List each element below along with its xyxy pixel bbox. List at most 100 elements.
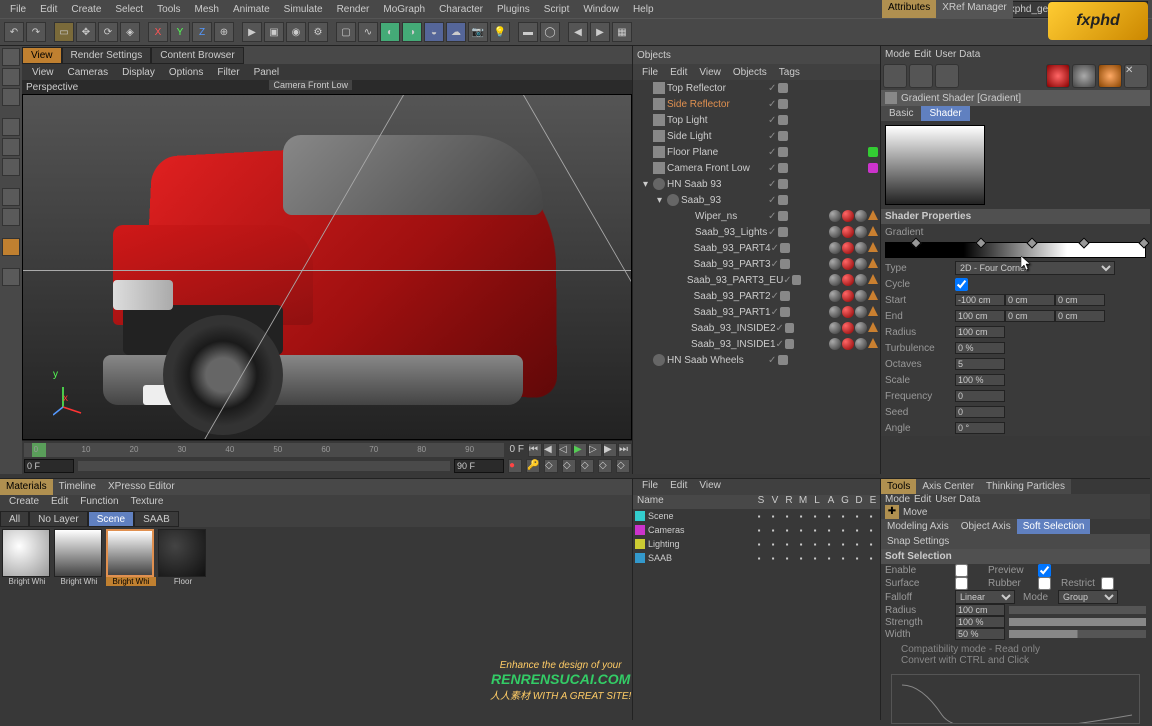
object-row[interactable]: Side Light✓ [633, 128, 880, 144]
filter-nolayer[interactable]: No Layer [29, 511, 88, 527]
tab-view[interactable]: View [22, 47, 62, 64]
key-pos-icon[interactable]: ◇ [544, 459, 558, 473]
move-tool-icon[interactable]: ✥ [76, 22, 96, 42]
nurbs-icon[interactable]: ◐ [380, 22, 400, 42]
layer-row[interactable]: SAAB▪▪▪▪▪▪▪▪▪ [633, 551, 880, 565]
3d-viewport[interactable]: y x [22, 94, 632, 440]
radius-slider[interactable] [1009, 606, 1146, 614]
shade-red-icon[interactable] [1046, 64, 1070, 88]
next-icon[interactable]: ▶ [590, 22, 610, 42]
object-row[interactable]: ▾Saab_93✓ [633, 192, 880, 208]
angle-input[interactable] [955, 422, 1005, 434]
freq-input[interactable] [955, 390, 1005, 402]
timeline-track[interactable]: 0 10 20 30 40 50 60 70 80 90 [24, 443, 504, 457]
material-item[interactable]: Bright Whi [2, 529, 52, 586]
menu-character[interactable]: Character [433, 2, 489, 17]
model-mode-icon[interactable] [2, 48, 20, 66]
vp-menu-panel[interactable]: Panel [248, 66, 286, 79]
object-row[interactable]: HN Saab Wheels✓ [633, 352, 880, 368]
soft-width[interactable] [955, 628, 1005, 640]
cube-prim-icon[interactable]: ▢ [336, 22, 356, 42]
layer-row[interactable]: Cameras▪▪▪▪▪▪▪▪▪ [633, 523, 880, 537]
type-select[interactable]: 2D - Four Corner [955, 261, 1115, 275]
tab-xref[interactable]: XRef Manager [936, 0, 1012, 18]
width-slider[interactable] [1009, 630, 1146, 638]
key-scale-icon[interactable]: ◇ [580, 459, 594, 473]
obj-menu-file[interactable]: File [637, 66, 663, 79]
play-icon[interactable]: ▶ [573, 443, 587, 457]
obj-menu-view[interactable]: View [694, 66, 726, 79]
mat-create[interactable]: Create [4, 495, 44, 511]
tab-thinking[interactable]: Thinking Particles [980, 479, 1071, 494]
tab-xpresso[interactable]: XPresso Editor [102, 479, 181, 495]
light-icon[interactable]: 💡 [490, 22, 510, 42]
falloff-select[interactable]: Linear [955, 590, 1015, 604]
xaxis-icon[interactable]: X [148, 22, 168, 42]
select-tool-icon[interactable]: ▭ [54, 22, 74, 42]
deformer-icon[interactable]: ◒ [424, 22, 444, 42]
vp-menu-filter[interactable]: Filter [211, 66, 245, 79]
material-item[interactable]: Floor [158, 529, 208, 586]
filter-all[interactable]: All [0, 511, 29, 527]
object-row[interactable]: Saab_93_PART1✓ [633, 304, 880, 320]
radius-input[interactable] [955, 326, 1005, 338]
obj-menu-objects[interactable]: Objects [728, 66, 772, 79]
spline-icon[interactable]: ∿ [358, 22, 378, 42]
tab-snap[interactable]: Snap Settings [881, 534, 1150, 549]
object-row[interactable]: Saab_93_INSIDE1✓ [633, 336, 880, 352]
falloff-curve[interactable] [891, 674, 1140, 724]
mode-select[interactable]: Group [1058, 590, 1118, 604]
menu-mograph[interactable]: MoGraph [377, 2, 431, 17]
tab-timeline[interactable]: Timeline [53, 479, 102, 495]
soft-mode[interactable]: Mode [885, 494, 910, 505]
object-mode-icon[interactable] [2, 68, 20, 86]
obj-menu-tags[interactable]: Tags [774, 66, 805, 79]
move-plus-icon[interactable]: ✚ [885, 505, 899, 519]
tab-objaxis[interactable]: Object Axis [955, 519, 1017, 534]
nav-back-icon[interactable] [883, 64, 907, 88]
locked-icon[interactable] [2, 238, 20, 256]
texture-mode-icon[interactable] [2, 88, 20, 106]
next-key-icon[interactable]: ▶ [603, 443, 617, 457]
scale-tool-icon[interactable]: ◈ [120, 22, 140, 42]
generator-icon[interactable]: ◑ [402, 22, 422, 42]
render-pv-icon[interactable]: ◉ [286, 22, 306, 42]
env-icon[interactable]: ☁ [446, 22, 466, 42]
soft-edit[interactable]: Edit [914, 494, 931, 505]
menu-edit[interactable]: Edit [34, 2, 63, 17]
prev-icon[interactable]: ◀ [568, 22, 588, 42]
vp-menu-display[interactable]: Display [116, 66, 161, 79]
shade-del-icon[interactable]: ✕ [1124, 64, 1148, 88]
nav-up-icon[interactable] [935, 64, 959, 88]
menu-animate[interactable]: Animate [227, 2, 276, 17]
scale-input[interactable] [955, 374, 1005, 386]
render-settings-icon[interactable]: ⚙ [308, 22, 328, 42]
strength-slider[interactable] [1009, 618, 1146, 626]
tab-materials[interactable]: Materials [0, 479, 53, 495]
object-tree[interactable]: Top Reflector✓Side Reflector✓Top Light✓S… [633, 80, 880, 474]
material-item[interactable]: Bright Whi [54, 529, 104, 586]
object-row[interactable]: ▾HN Saab 93✓ [633, 176, 880, 192]
menu-script[interactable]: Script [538, 2, 576, 17]
object-row[interactable]: Top Light✓ [633, 112, 880, 128]
tab-attributes[interactable]: Attributes [882, 0, 936, 18]
vp-menu-cameras[interactable]: Cameras [62, 66, 115, 79]
undo-icon[interactable]: ↶ [4, 22, 24, 42]
object-row[interactable]: Camera Front Low✓ [633, 160, 880, 176]
filter-saab[interactable]: SAAB [134, 511, 179, 527]
object-row[interactable]: Saab_93_PART2✓ [633, 288, 880, 304]
goto-start-icon[interactable]: ⏮ [528, 443, 542, 457]
menu-plugins[interactable]: Plugins [491, 2, 536, 17]
sky-icon[interactable]: ◯ [540, 22, 560, 42]
cycle-checkbox[interactable] [955, 278, 968, 291]
shade-orange-icon[interactable] [1098, 64, 1122, 88]
object-row[interactable]: Saab_93_PART4✓ [633, 240, 880, 256]
soft-userdata[interactable]: User Data [935, 494, 980, 505]
menu-render[interactable]: Render [331, 2, 376, 17]
mat-function[interactable]: Function [75, 495, 123, 511]
key-pla-icon[interactable]: ◇ [616, 459, 630, 473]
menu-tools[interactable]: Tools [151, 2, 186, 17]
turb-input[interactable] [955, 342, 1005, 354]
gradient-bar[interactable] [885, 242, 1146, 258]
soft-strength[interactable] [955, 616, 1005, 628]
